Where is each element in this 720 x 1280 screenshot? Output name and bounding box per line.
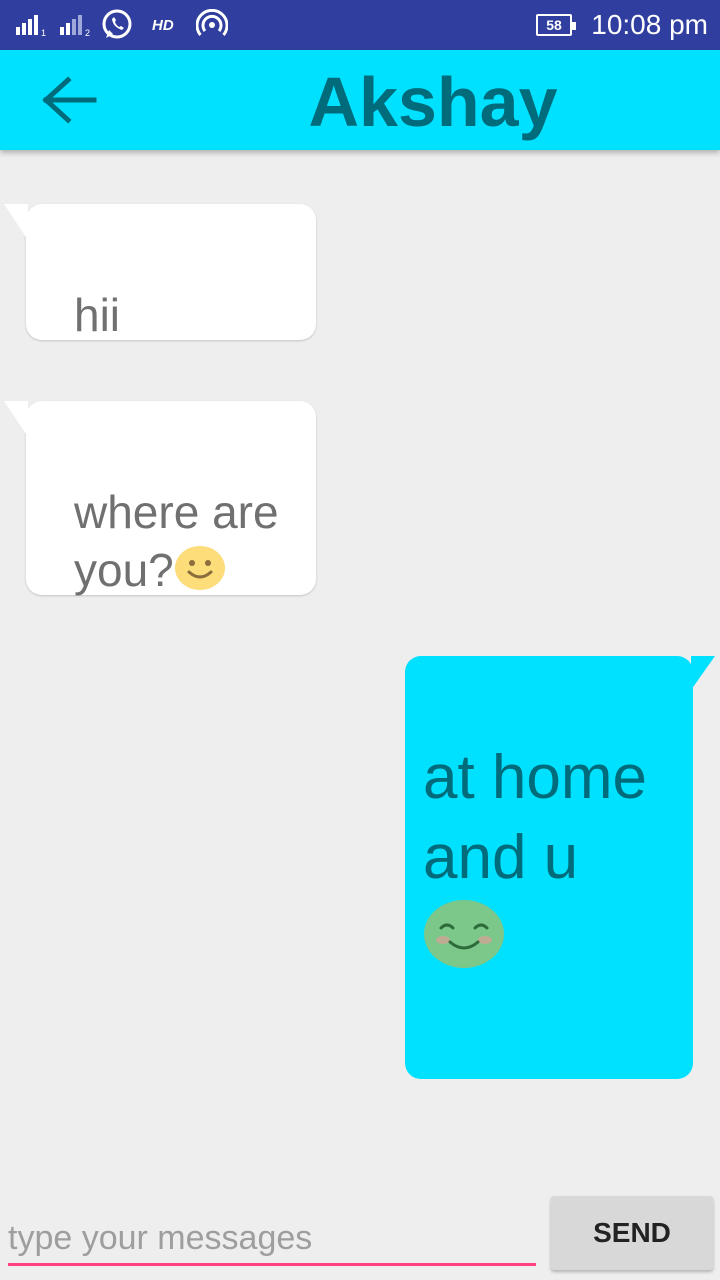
whatsapp-icon xyxy=(100,0,134,50)
smiling-face-with-smiling-eyes-icon xyxy=(423,898,505,988)
status-bar: 1 2 HD 58 10:08 pm xyxy=(0,0,720,50)
conversation-title: Akshay xyxy=(308,63,558,141)
hd-icon: HD xyxy=(152,16,174,34)
battery-icon: 58 xyxy=(536,0,576,50)
signal-sim2-icon: 2 xyxy=(60,0,94,50)
send-button[interactable]: SEND xyxy=(551,1196,713,1270)
slightly-smiling-face-icon xyxy=(174,544,226,603)
svg-text:1: 1 xyxy=(41,28,46,37)
message-outgoing[interactable]: at home and u xyxy=(405,656,715,1079)
message-input[interactable] xyxy=(8,1206,536,1263)
svg-text:2: 2 xyxy=(85,28,90,37)
hotspot-icon xyxy=(196,0,228,50)
message-input-wrapper xyxy=(8,1206,536,1266)
message-incoming[interactable]: where are you? xyxy=(4,401,316,596)
message-text: hii xyxy=(74,289,121,341)
signal-sim1-icon: 1 xyxy=(16,0,50,50)
message-incoming[interactable]: hii xyxy=(4,204,316,341)
app-bar: Akshay xyxy=(0,50,720,150)
battery-level: 58 xyxy=(536,14,576,36)
message-text: at home and u xyxy=(423,743,648,892)
status-time: 10:08 pm xyxy=(591,9,708,40)
